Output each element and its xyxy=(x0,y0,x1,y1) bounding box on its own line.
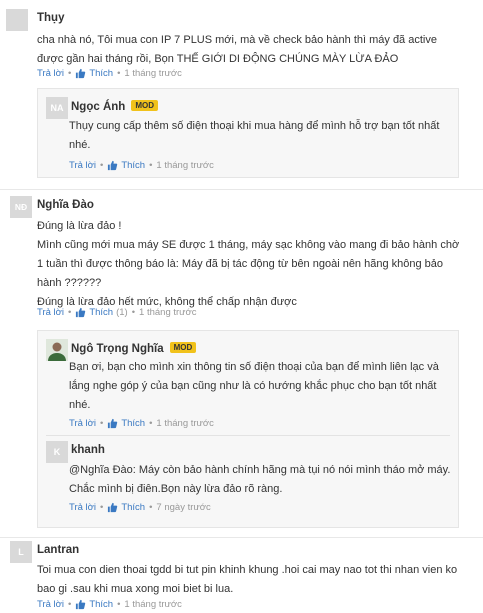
like-label: Thích xyxy=(121,502,146,513)
like-label: Thích xyxy=(89,599,114,610)
like-count: (1) xyxy=(116,307,128,318)
separator-dot: • xyxy=(131,307,136,318)
separator-dot: • xyxy=(68,307,72,318)
reply-author: khanh xyxy=(71,444,105,456)
comment-actions: Trả lời • Thích • 1 tháng trước xyxy=(37,599,182,610)
comment-time: 1 tháng trước xyxy=(139,307,197,318)
reply-link[interactable]: Trả lời xyxy=(69,160,96,171)
separator-dot: • xyxy=(149,160,153,171)
reply-actions: Trả lời • Thích • 1 tháng trước xyxy=(69,418,214,429)
like-button[interactable]: Thích xyxy=(75,68,113,79)
reply-divider xyxy=(46,435,450,436)
comment-time: 1 tháng trước xyxy=(124,68,182,79)
separator-dot: • xyxy=(100,502,104,513)
thumbs-up-icon xyxy=(76,599,86,610)
avatar: L xyxy=(10,541,32,563)
avatar: NĐ xyxy=(10,196,32,218)
separator-dot: • xyxy=(68,68,72,79)
reply-time: 1 tháng trước xyxy=(156,160,214,171)
separator-dot: • xyxy=(68,599,72,610)
reply-body: Bạn ơi, bạn cho mình xin thông tin số đi… xyxy=(69,361,439,411)
mod-badge: MOD xyxy=(131,100,158,111)
thumbs-up-icon xyxy=(108,502,118,513)
reply-body: Thụy cung cấp thêm số điện thoại khi mua… xyxy=(69,120,440,151)
like-button[interactable]: Thích xyxy=(75,599,113,610)
like-label: Thích xyxy=(121,160,146,171)
comment-author: Nghĩa Đào xyxy=(37,199,94,211)
reply-time: 1 tháng trước xyxy=(156,418,214,429)
reply-link[interactable]: Trả lời xyxy=(69,418,96,429)
like-label: Thích xyxy=(89,68,114,79)
separator-dot: • xyxy=(117,68,121,79)
like-label: Thích xyxy=(89,307,114,318)
separator-dot: • xyxy=(149,418,153,429)
reply-body: @Nghĩa Đào: Máy còn bảo hành chính hãng … xyxy=(69,464,451,495)
separator-dot: • xyxy=(149,502,153,513)
thumbs-up-icon xyxy=(76,307,86,318)
reply-author: Ngô Trọng Nghĩa MOD xyxy=(71,342,197,355)
separator-dot: • xyxy=(100,418,104,429)
reply-link[interactable]: Trả lời xyxy=(37,307,64,318)
avatar: NA xyxy=(46,97,68,119)
separator-dot: • xyxy=(100,160,104,171)
separator-dot: • xyxy=(117,599,121,610)
reply-actions: Trả lời • Thích • 1 tháng trước xyxy=(69,160,214,171)
avatar xyxy=(46,339,68,361)
comment-body: Đúng là lừa đảo ! Mình cũng mới mua máy … xyxy=(37,220,460,308)
avatar-photo-icon xyxy=(46,339,68,361)
comment-actions: Trả lời • Thích • 1 tháng trước xyxy=(37,68,182,79)
like-button[interactable]: Thích xyxy=(107,418,145,429)
comment-time: 1 tháng trước xyxy=(124,599,182,610)
divider xyxy=(0,189,483,190)
reply-author: Ngọc Ánh MOD xyxy=(71,100,158,113)
comment-actions: Trả lời • Thích (1) • 1 tháng trước xyxy=(37,307,197,318)
like-button[interactable]: Thích xyxy=(75,307,113,318)
mod-badge: MOD xyxy=(169,342,197,353)
avatar: K xyxy=(46,441,68,463)
divider xyxy=(0,537,483,538)
reply-box: Ngô Trọng Nghĩa MOD Bạn ơi, bạn cho mình … xyxy=(37,330,459,528)
thumbs-up-icon xyxy=(108,418,118,429)
comment-author: Thụy xyxy=(37,12,65,24)
comment-body: cha nhà nó, Tôi mua con IP 7 PLUS mới, m… xyxy=(37,34,437,65)
reply-link[interactable]: Trả lời xyxy=(37,68,64,79)
comment-author: Lantran xyxy=(37,544,80,556)
like-label: Thích xyxy=(121,418,146,429)
reply-time: 7 ngày trước xyxy=(156,502,211,513)
like-button[interactable]: Thích xyxy=(107,502,145,513)
like-button[interactable]: Thích xyxy=(107,160,145,171)
comment-body: Toi mua con dien thoai tgdd bi tut pin k… xyxy=(37,564,458,595)
reply-link[interactable]: Trả lời xyxy=(69,502,96,513)
thumbs-up-icon xyxy=(76,68,86,79)
reply-actions: Trả lời • Thích • 7 ngày trước xyxy=(69,502,211,513)
avatar xyxy=(6,9,28,31)
thumbs-up-icon xyxy=(108,160,118,171)
reply-box: NA Ngọc Ánh MOD Thụy cung cấp thêm số điệ… xyxy=(37,88,459,178)
reply-link[interactable]: Trả lời xyxy=(37,599,64,610)
